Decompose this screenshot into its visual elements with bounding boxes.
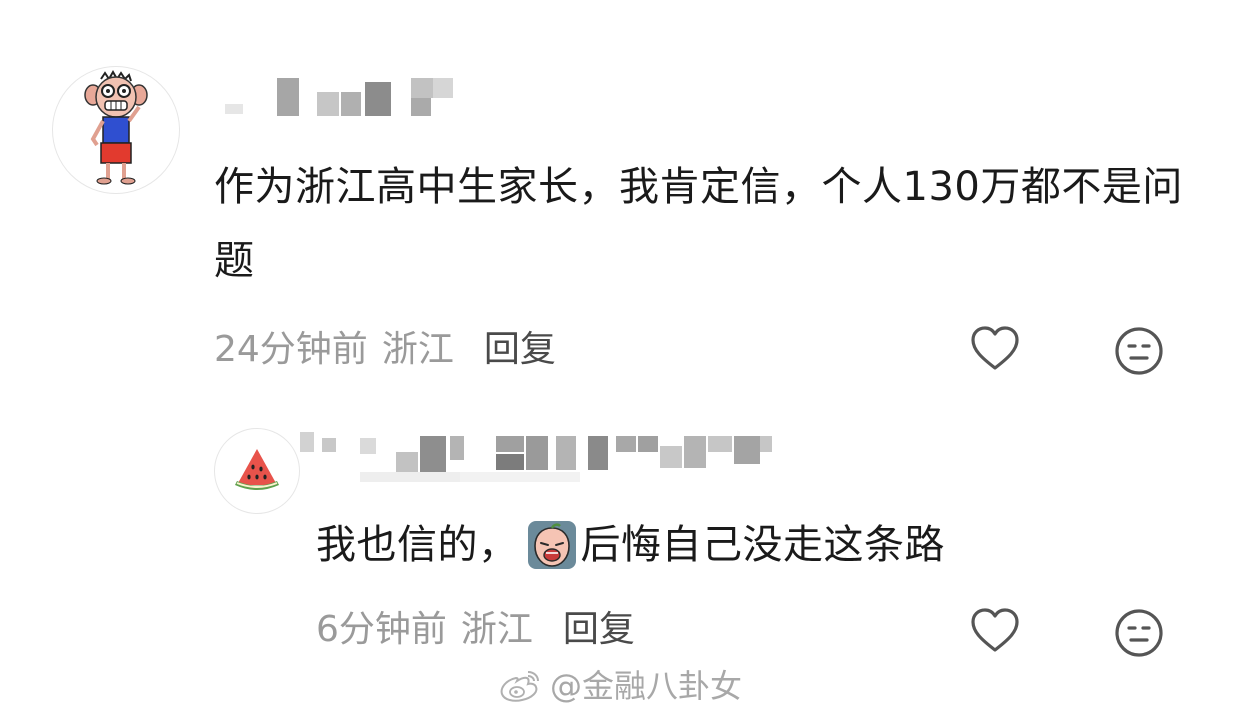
comment-meta: 24分钟前 浙江 回复	[214, 328, 556, 372]
reply-button[interactable]: 回复	[563, 609, 635, 650]
avatar[interactable]	[52, 66, 180, 194]
like-button[interactable]	[968, 322, 1022, 376]
watermelon-avatar-icon	[235, 449, 279, 490]
reply-time: 6分钟前	[316, 609, 447, 650]
reply-button[interactable]: 回复	[484, 329, 556, 370]
reply-meta: 6分钟前 浙江 回复	[316, 608, 635, 652]
heart-outline-icon	[971, 608, 1019, 652]
meh-face-icon	[1115, 327, 1163, 375]
watermark: @金融八卦女	[498, 664, 742, 708]
comment-time: 24分钟前	[214, 329, 368, 370]
meh-face-icon	[1115, 609, 1163, 657]
watermark-text: @金融八卦女	[550, 667, 743, 705]
reply-location: 浙江	[460, 609, 533, 650]
crying-peach-emoji-icon	[527, 520, 577, 570]
comment-text: 作为浙江高中生家长，我肯定信，个人130万都不是问题	[214, 164, 1183, 284]
weibo-logo-icon	[500, 671, 539, 702]
username-blurred[interactable]	[300, 432, 860, 487]
avatar[interactable]	[214, 428, 300, 514]
reply-text-before: 我也信的，	[316, 522, 519, 568]
cartoon-boy-avatar-icon	[84, 69, 148, 185]
dislike-button[interactable]	[1112, 324, 1166, 378]
username-blurred[interactable]	[225, 78, 465, 128]
reply-text: 我也信的， 后悔自己没走这条路	[316, 508, 1196, 582]
like-button[interactable]	[968, 604, 1022, 658]
comment-location: 浙江	[381, 329, 454, 370]
heart-outline-icon	[971, 326, 1019, 370]
reply-text-after: 后悔自己没走这条路	[580, 522, 945, 568]
dislike-button[interactable]	[1112, 606, 1166, 660]
